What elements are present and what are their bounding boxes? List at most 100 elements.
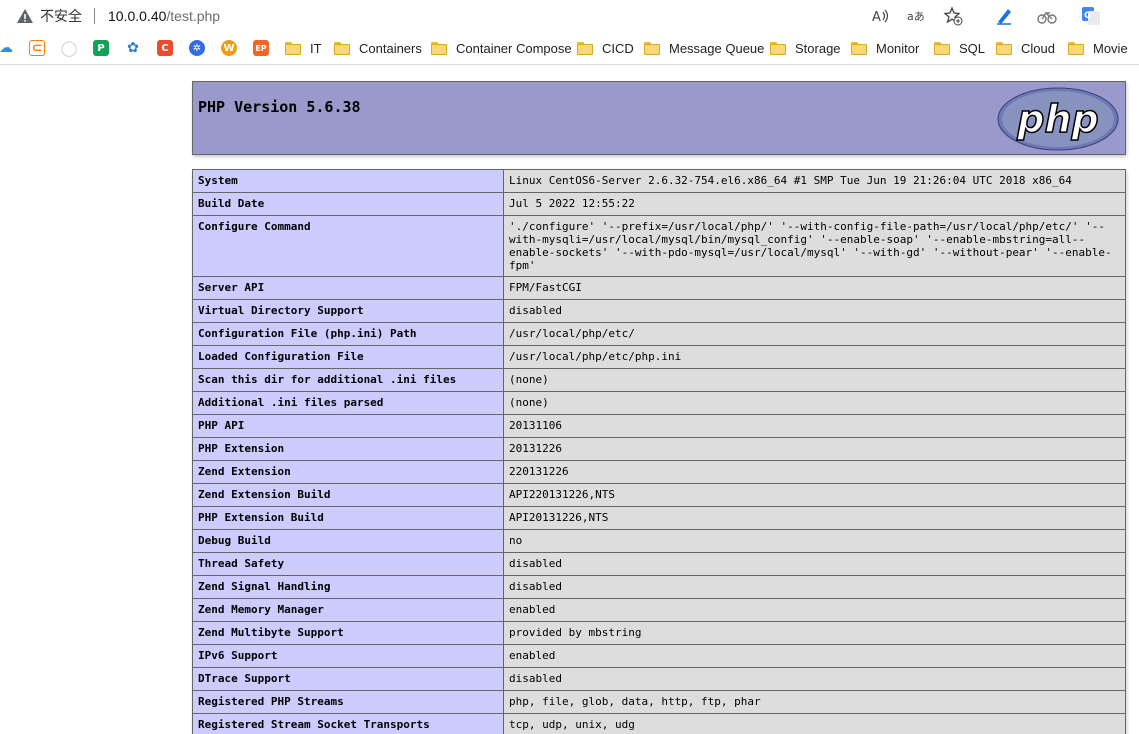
table-row: PHP API 20131106 [192, 414, 1126, 438]
folder-icon [851, 41, 867, 55]
bookmark-folder-label: Containers [359, 40, 422, 56]
folder-icon [996, 41, 1012, 55]
p-app-icon[interactable]: P [93, 40, 109, 56]
kubernetes-icon[interactable]: ✲ [189, 40, 205, 56]
setting-name: Thread Safety [192, 552, 504, 576]
table-row: Zend Signal Handling disabled [192, 575, 1126, 599]
address-divider [94, 8, 95, 24]
bookmark-folder-cloud[interactable]: Cloud [996, 39, 1055, 57]
setting-name: IPv6 Support [192, 644, 504, 668]
bookmark-folder-label: Monitor [876, 40, 920, 56]
bookmark-folder-label: Storage [795, 40, 841, 56]
read-aloud-icon[interactable]: A [868, 4, 892, 28]
setting-name: PHP Extension [192, 437, 504, 461]
svg-text:aあ: aあ [907, 10, 925, 23]
setting-name: Registered PHP Streams [192, 690, 504, 714]
table-row: Registered PHP Streams php, file, glob, d… [192, 690, 1126, 714]
table-row: Build Date Jul 5 2022 12:55:22 [192, 192, 1126, 216]
add-favorite-icon[interactable] [941, 4, 965, 28]
setting-value: disabled [503, 667, 1126, 691]
address-bar: 不安全 10.0.0.40/test.php A aあ G [0, 0, 1139, 32]
google-translate-icon[interactable]: G [1079, 4, 1103, 28]
setting-name: Additional .ini files parsed [192, 391, 504, 415]
table-row: Virtual Directory Support disabled [192, 299, 1126, 323]
bookmark-folder-label: SQL [959, 40, 986, 56]
bookmark-folder-sql[interactable]: SQL [934, 39, 985, 57]
table-row: Zend Multibyte Support provided by mbstri… [192, 621, 1126, 645]
setting-name: System [192, 169, 504, 193]
table-row: Zend Extension 220131226 [192, 460, 1126, 484]
extension-bike-icon[interactable] [1035, 4, 1059, 28]
table-row: Thread Safety disabled [192, 552, 1126, 576]
setting-value: disabled [503, 299, 1126, 323]
table-row: PHP Extension 20131226 [192, 437, 1126, 461]
link-icon[interactable]: ⊂ [29, 40, 45, 56]
cloud-sync-icon[interactable]: ☁ [0, 40, 14, 56]
bookmark-folder-message-queue[interactable]: Message Queue [644, 39, 764, 57]
setting-name: PHP API [192, 414, 504, 438]
setting-value: Linux CentOS6-Server 2.6.32-754.el6.x86_… [503, 169, 1126, 193]
setting-name: Scan this dir for additional .ini files [192, 368, 504, 392]
bookmark-folder-movie[interactable]: Movie [1068, 39, 1128, 57]
setting-value: 20131226 [503, 437, 1126, 461]
setting-name: Zend Extension Build [192, 483, 504, 507]
setting-value: 20131106 [503, 414, 1126, 438]
php-version-header: PHP Version 5.6.38 php [192, 81, 1126, 155]
ep-app-icon[interactable]: EP [253, 40, 269, 56]
page-title: PHP Version 5.6.38 [198, 98, 361, 116]
setting-value: API220131226,NTS [503, 483, 1126, 507]
setting-name: Loaded Configuration File [192, 345, 504, 369]
table-row: Zend Extension Build API220131226,NTS [192, 483, 1126, 507]
folder-icon [285, 41, 301, 55]
bookmark-folder-label: Cloud [1021, 40, 1055, 56]
setting-value: 220131226 [503, 460, 1126, 484]
bookmark-folder-container-compose[interactable]: Container Compose [431, 39, 572, 57]
setting-value: (none) [503, 391, 1126, 415]
bookmark-folder-label: CICD [602, 40, 634, 56]
setting-value: Jul 5 2022 12:55:22 [503, 192, 1126, 216]
table-row: Configuration File (php.ini) Path/usr/lo… [192, 322, 1126, 346]
bookmark-folder-cicd[interactable]: CICD [577, 39, 634, 57]
setting-name: PHP Extension Build [192, 506, 504, 530]
url-path: /test.php [166, 8, 221, 24]
bookmark-folder-label: Message Queue [669, 40, 765, 56]
table-row: Loaded Configuration File/usr/local/php/… [192, 345, 1126, 369]
table-row: Registered Stream Socket Transports tcp, … [192, 713, 1126, 734]
bookmark-folder-storage[interactable]: Storage [770, 39, 841, 57]
table-row: Configure Command './configure' '--prefix… [192, 215, 1126, 277]
table-row: Debug Build no [192, 529, 1126, 553]
translate-icon[interactable]: aあ [904, 4, 928, 28]
setting-value: /usr/local/php/etc/php.ini [503, 345, 1126, 369]
table-row: Server API FPM/FastCGI [192, 276, 1126, 300]
setting-name: Configuration File (php.ini) Path [192, 322, 504, 346]
bookmark-folder-containers[interactable]: Containers [334, 39, 422, 57]
setting-name: Registered Stream Socket Transports [192, 713, 504, 734]
folder-icon [1068, 41, 1084, 55]
security-status-label[interactable]: 不安全 [40, 7, 82, 25]
table-row: Zend Memory Manager enabled [192, 598, 1126, 622]
bookmarks-bar: ☁ ⊂ ◯ P ✿ C ✲ W EP IT Containers Contain… [0, 32, 1139, 65]
folder-icon [934, 41, 950, 55]
setting-value: php, file, glob, data, http, ftp, phar [503, 690, 1126, 714]
setting-value: disabled [503, 575, 1126, 599]
setting-value: './configure' '--prefix=/usr/local/php/'… [503, 215, 1126, 277]
setting-name: Zend Multibyte Support [192, 621, 504, 645]
setting-value: enabled [503, 598, 1126, 622]
w-app-icon[interactable]: W [221, 40, 237, 56]
warning-icon[interactable] [16, 7, 34, 25]
bookmark-folder-label: Container Compose [456, 40, 572, 56]
bookmark-folder-it[interactable]: IT [285, 39, 322, 57]
folder-icon [577, 41, 593, 55]
gear-app-icon[interactable]: ✿ [125, 40, 141, 56]
c-app-icon[interactable]: C [157, 40, 173, 56]
folder-icon [431, 41, 447, 55]
setting-value: FPM/FastCGI [503, 276, 1126, 300]
extension-pen-icon[interactable] [992, 4, 1016, 28]
setting-name: Debug Build [192, 529, 504, 553]
setting-value: API20131226,NTS [503, 506, 1126, 530]
bookmark-folder-monitor[interactable]: Monitor [851, 39, 919, 57]
php-logo-icon[interactable]: php [997, 87, 1119, 151]
github-icon[interactable]: ◯ [61, 39, 78, 57]
setting-name: Zend Extension [192, 460, 504, 484]
url-field[interactable]: 10.0.0.40/test.php [108, 7, 220, 25]
